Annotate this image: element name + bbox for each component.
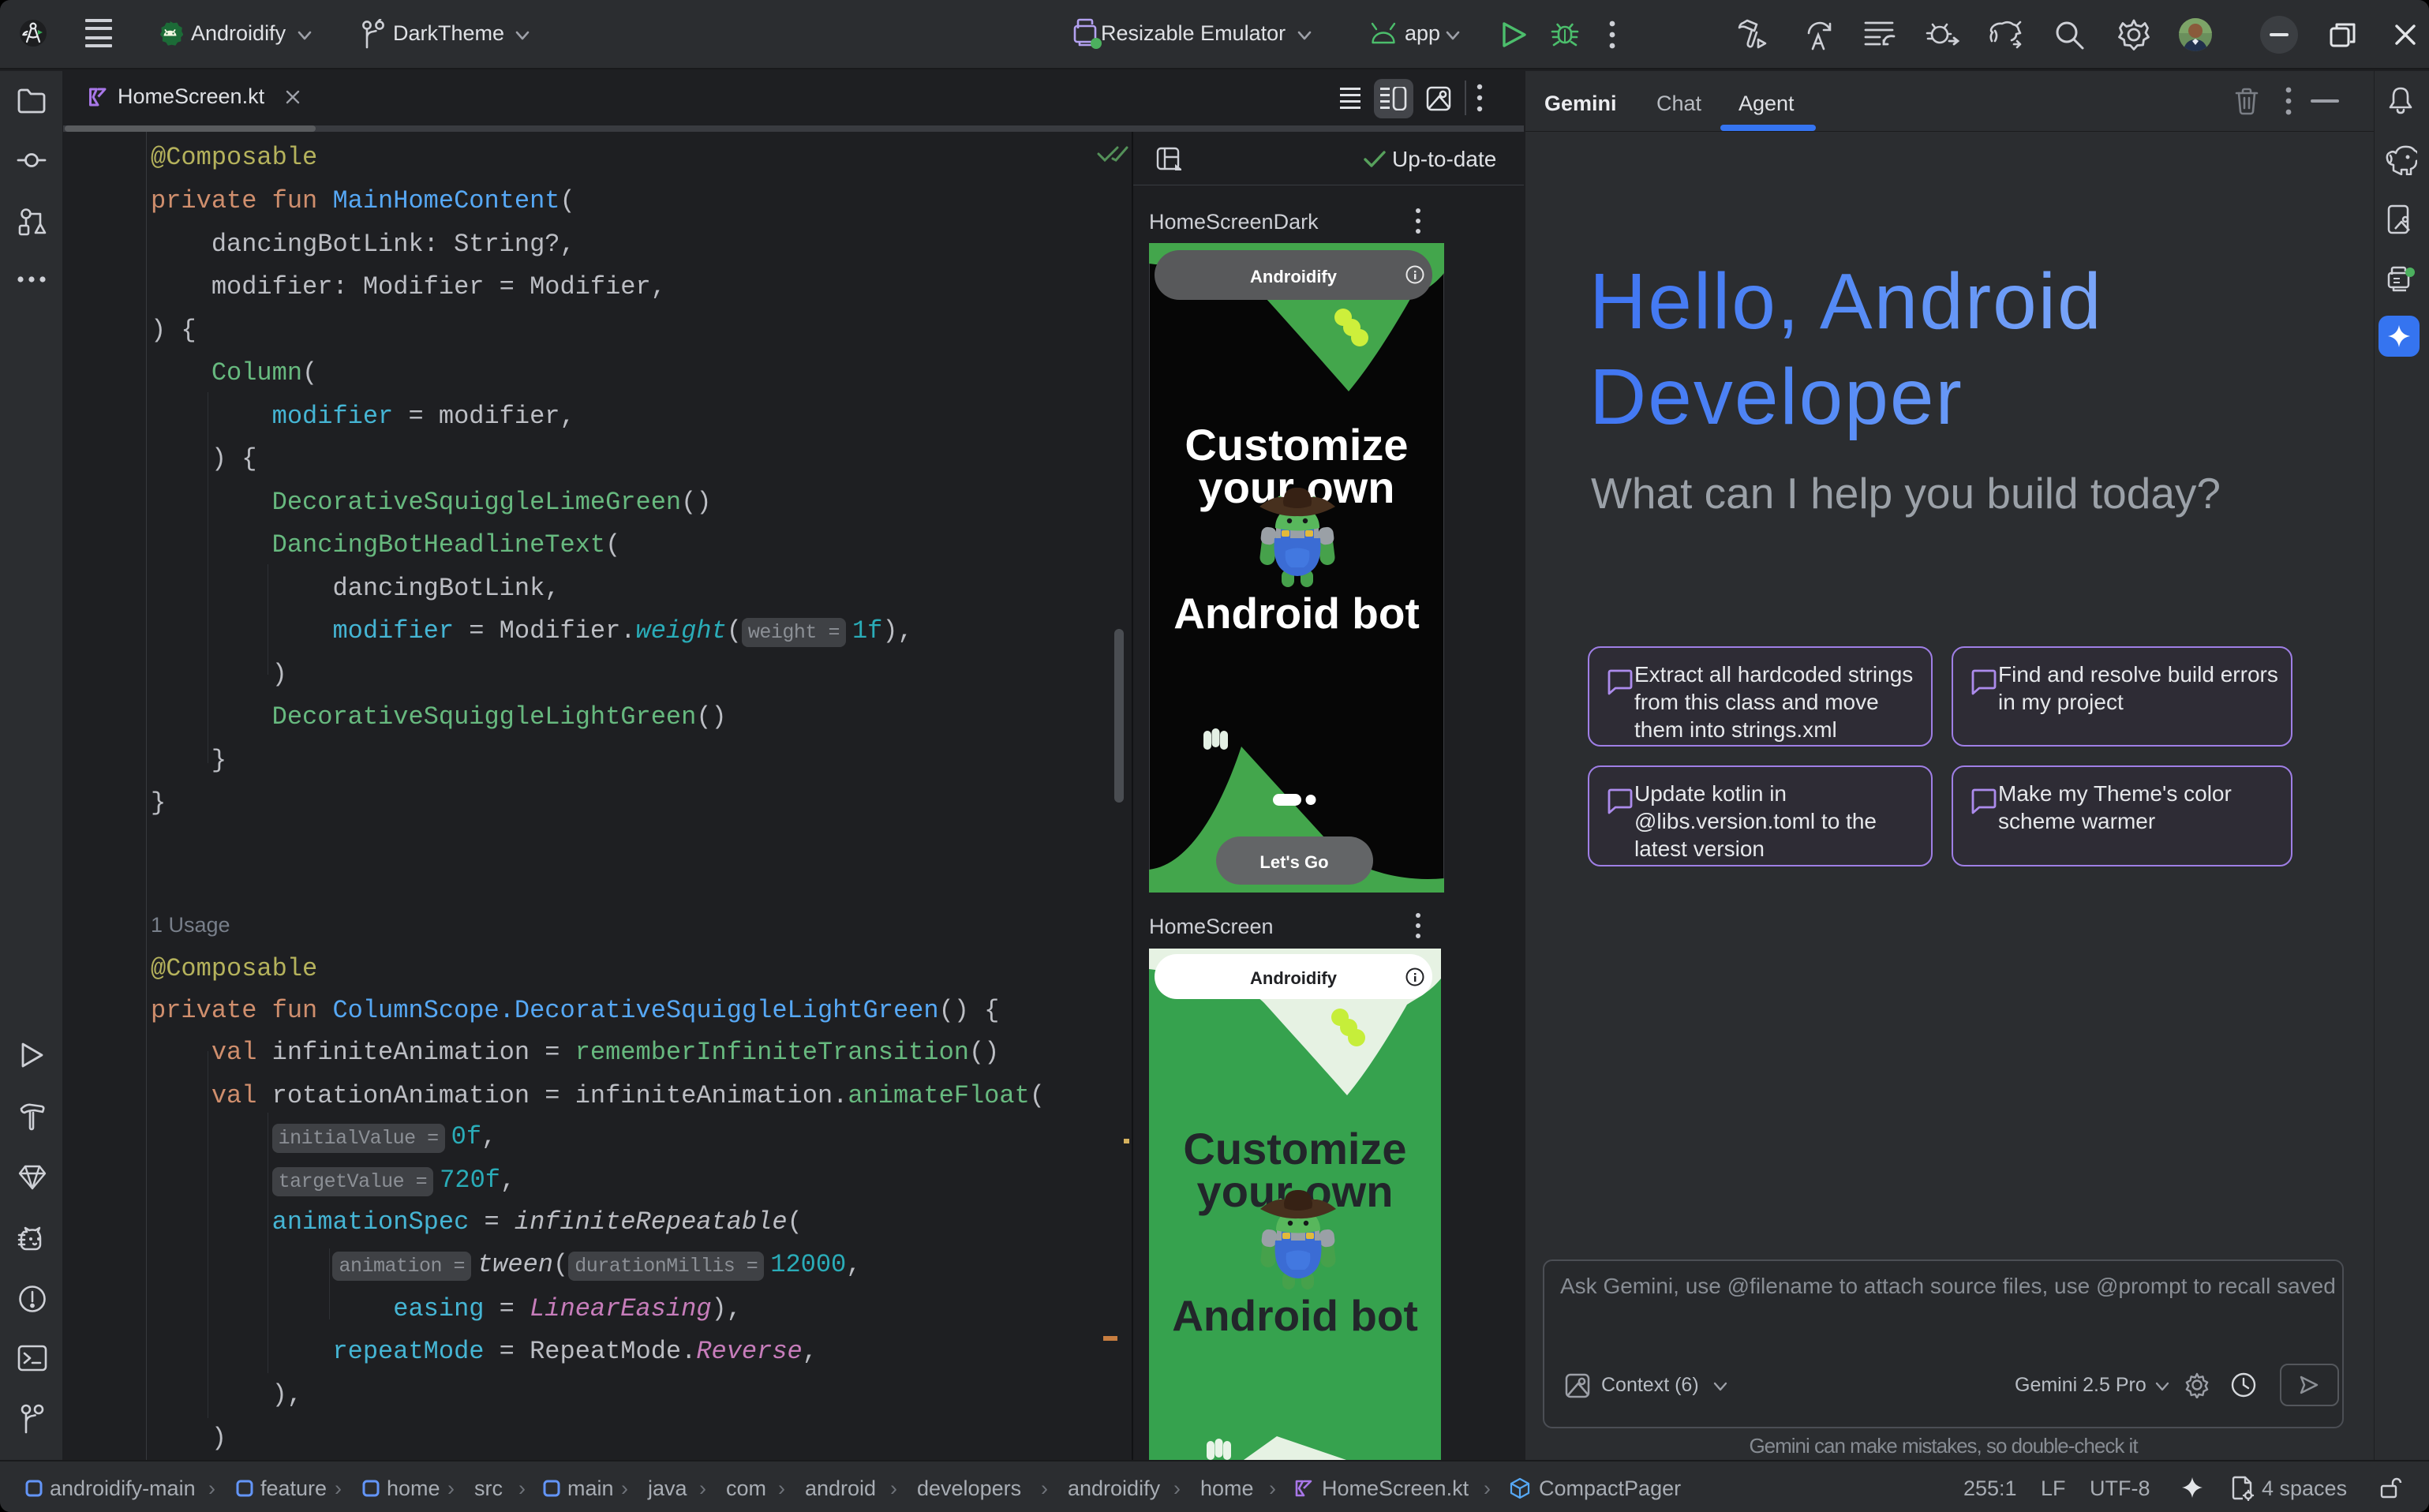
- svg-text:Let's Go: Let's Go: [1259, 852, 1328, 872]
- svg-text:Androidify: Androidify: [1250, 267, 1338, 286]
- svg-text:Android bot: Android bot: [1173, 589, 1420, 638]
- svg-text:Androidify: Androidify: [1250, 968, 1338, 988]
- svg-text:Android bot: Android bot: [1172, 1291, 1418, 1340]
